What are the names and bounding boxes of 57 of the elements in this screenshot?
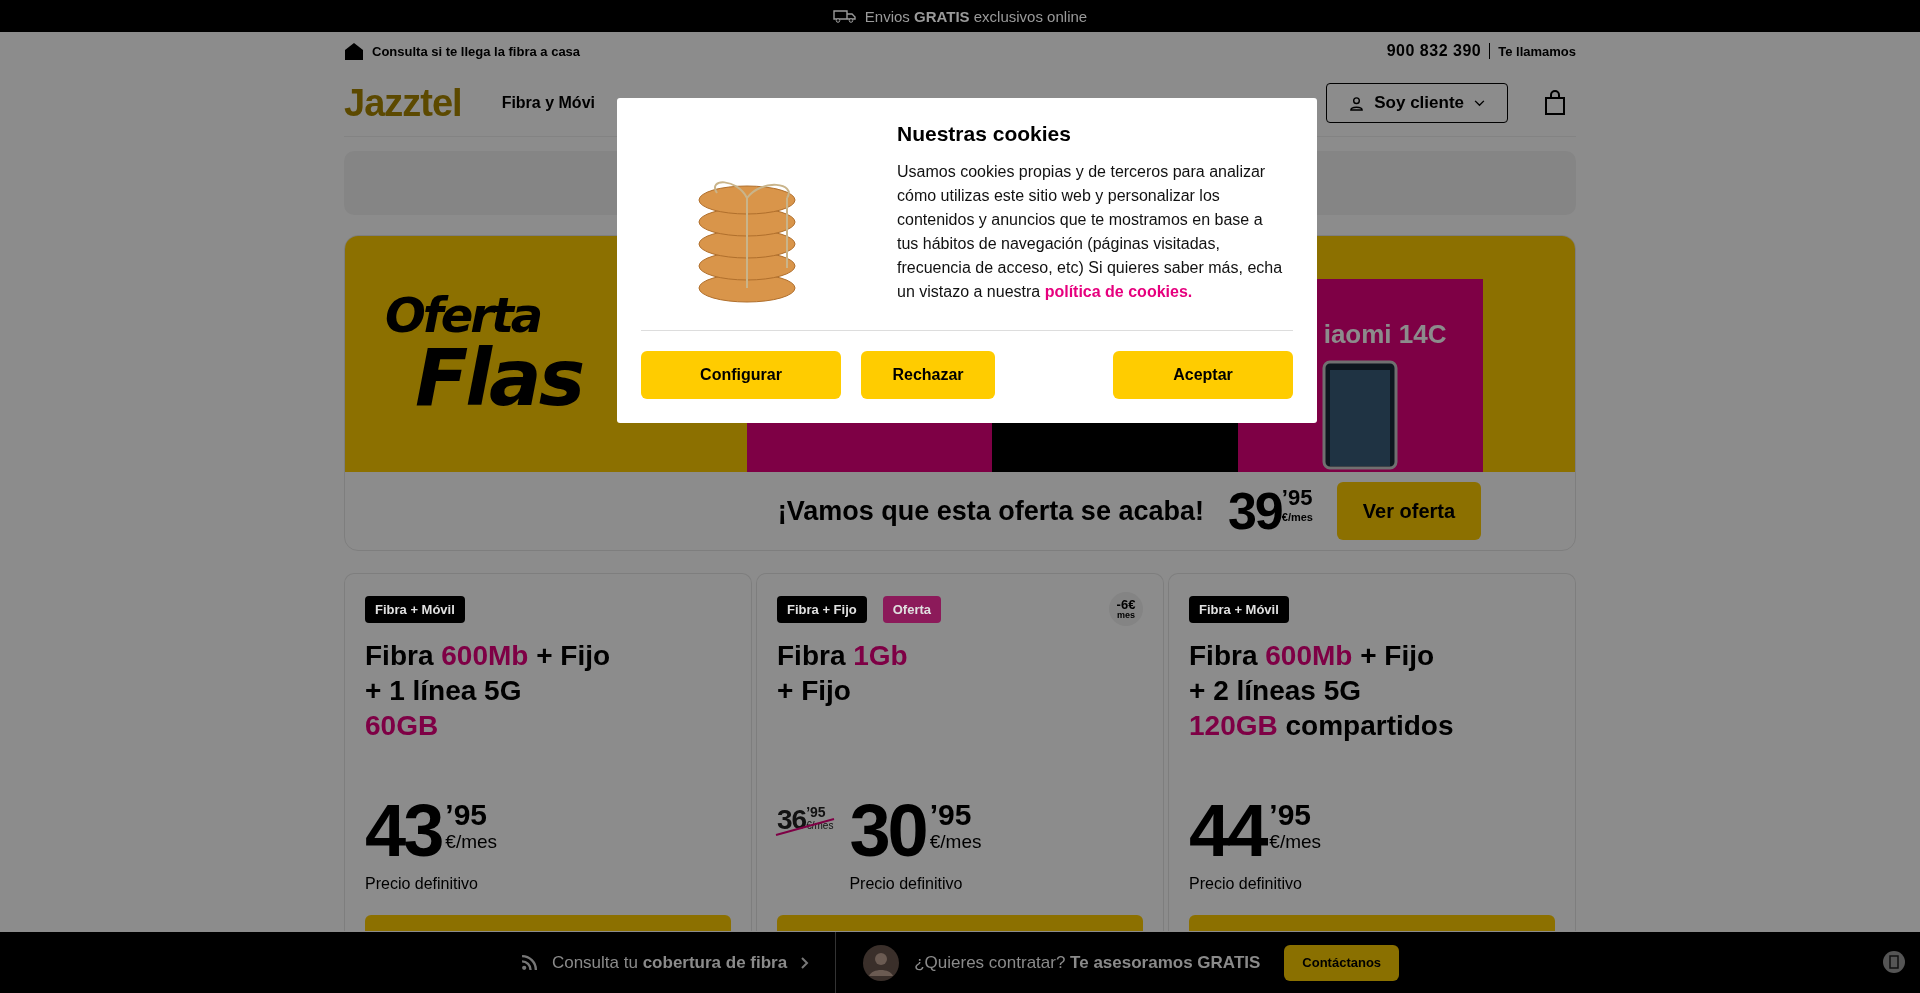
truck-icon bbox=[832, 9, 857, 23]
house-icon bbox=[344, 41, 364, 61]
price-note: Precio definitivo bbox=[365, 874, 479, 893]
client-button[interactable]: Soy cliente bbox=[1326, 83, 1508, 123]
view-offer-button[interactable]: Ver oferta bbox=[1337, 482, 1481, 540]
price-cents: ’95 bbox=[1281, 485, 1313, 510]
dialog-button[interactable]: Rechazar bbox=[861, 351, 995, 399]
contact-button[interactable]: Contáctanos bbox=[1284, 944, 1400, 981]
price-amount: 30 bbox=[849, 798, 926, 865]
plan-tag: Fibra + Móvil bbox=[1189, 595, 1289, 623]
coverage-link[interactable]: Consulta tu cobertura de fibra bbox=[551, 952, 788, 973]
avatar-icon bbox=[862, 943, 901, 982]
price-amount: 43 bbox=[365, 798, 442, 865]
card-button[interactable] bbox=[1189, 914, 1555, 931]
old-price: 36 bbox=[777, 804, 807, 836]
price-amount: 39 bbox=[1227, 485, 1282, 537]
price-note: Precio definitivo bbox=[849, 874, 964, 893]
plan-tag: Fibra + Fijo bbox=[777, 595, 867, 623]
price-unit: €/mes bbox=[929, 831, 982, 853]
plan-tag: Fibra + Móvil bbox=[365, 595, 465, 623]
price-amount: 44 bbox=[1189, 798, 1266, 865]
price-cents: ’95 bbox=[1269, 798, 1313, 831]
dialog-button[interactable]: Aceptar bbox=[1113, 351, 1293, 399]
price-cents: ’95 bbox=[929, 798, 973, 831]
plan-tag: Oferta bbox=[882, 595, 941, 623]
card-button[interactable] bbox=[777, 914, 1143, 931]
dialog-button[interactable]: Configurar bbox=[641, 351, 841, 399]
card-button[interactable] bbox=[365, 914, 731, 931]
user-icon bbox=[1349, 95, 1365, 111]
plan-title: Fibra 600Mb + Fijo + 1 línea 5G 60GB bbox=[365, 639, 612, 743]
promo-text: Envios GRATIS exclusivos online bbox=[864, 7, 1088, 25]
phone-number: 900 832 390 bbox=[1386, 42, 1482, 60]
contact-question: ¿Quieres contratar? Te asesoramos GRATIS bbox=[914, 952, 1261, 973]
price-note: Precio definitivo bbox=[1189, 874, 1303, 893]
price-unit: €/mes bbox=[1269, 831, 1322, 853]
shopping-bag-icon[interactable] bbox=[1544, 90, 1566, 116]
chevron-down-icon bbox=[1474, 99, 1485, 107]
offer-tagline: ¡Vamos que esta oferta se acaba! bbox=[777, 495, 1204, 527]
nav-item[interactable]: Fibra y Móvi bbox=[501, 94, 595, 112]
price-unit: €/mes bbox=[445, 831, 498, 853]
callback-link[interactable]: Te llamamos bbox=[1498, 43, 1576, 59]
chevron-right-icon bbox=[801, 956, 810, 969]
plan-title: Fibra 1Gb + Fijo bbox=[777, 639, 909, 708]
plan-title: Fibra 600Mb + Fijo + 2 líneas 5G 120GB compartidos bbox=[1189, 639, 1455, 743]
old-price-cents: ’95 bbox=[806, 804, 827, 820]
price-cents: ’95 bbox=[445, 798, 489, 831]
accessibility-icon[interactable] bbox=[1882, 950, 1906, 974]
price-unit: €/mes bbox=[1281, 511, 1313, 523]
dialog-title: Nuestras cookies bbox=[897, 122, 1072, 146]
offer-title: Oferta bbox=[385, 291, 541, 339]
cookie-policy-link[interactable]: política de cookies. bbox=[1044, 283, 1193, 300]
product-name: iaomi 14C bbox=[1322, 319, 1447, 350]
discount-amount: -6€ bbox=[1116, 598, 1136, 611]
discount-unit: mes bbox=[1117, 611, 1135, 620]
offer-title: Flas bbox=[414, 339, 583, 417]
rss-icon bbox=[520, 954, 538, 971]
coverage-link[interactable]: Consulta si te llega la fibra a casa bbox=[372, 43, 581, 59]
